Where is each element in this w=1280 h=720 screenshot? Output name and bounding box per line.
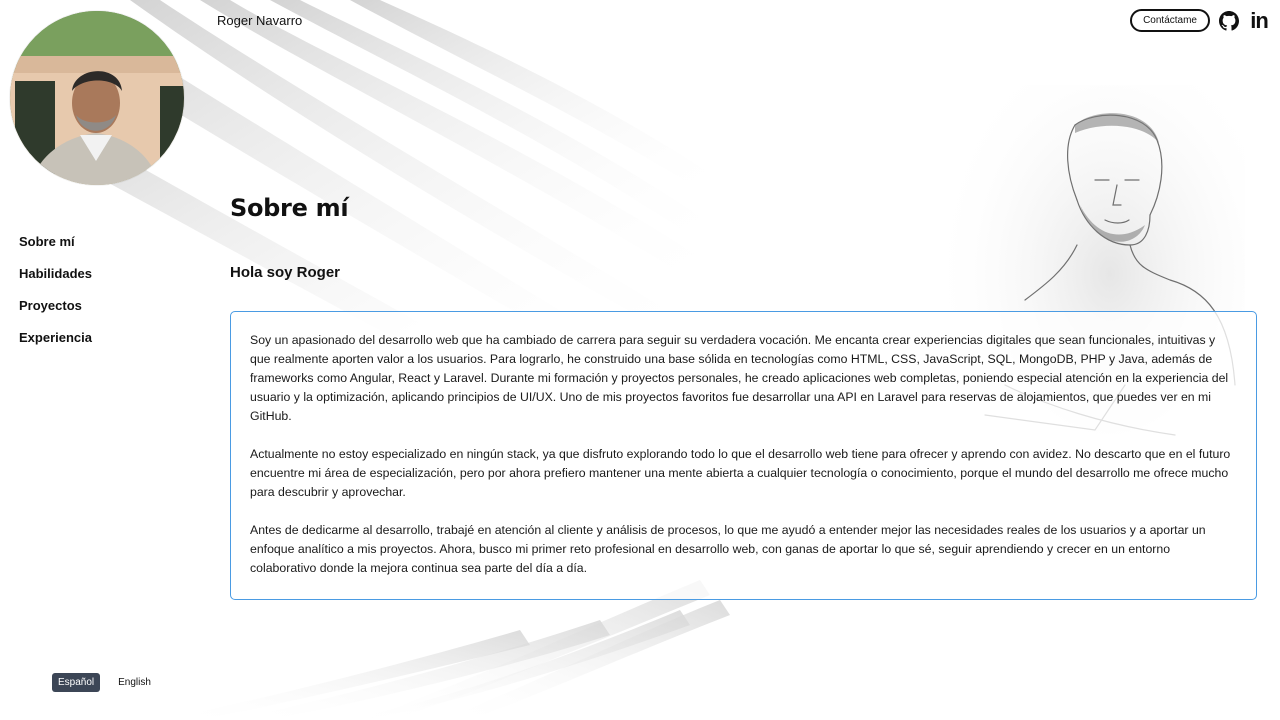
page-title: Sobre mí xyxy=(230,194,349,222)
about-paragraph-3: Antes de dedicarme al desarrollo, trabaj… xyxy=(250,523,1206,575)
language-option-en[interactable]: English xyxy=(112,673,157,692)
language-switcher: Español English xyxy=(52,673,157,692)
profile-photo xyxy=(10,11,184,185)
about-paragraph-1: Soy un apasionado del desarrollo web que… xyxy=(250,333,1229,423)
sidebar-item-experiencia[interactable]: Experiencia xyxy=(19,329,92,361)
about-card: Soy un apasionado del desarrollo web que… xyxy=(230,311,1257,600)
sidebar-nav: Sobre mí Habilidades Proyectos Experienc… xyxy=(19,233,92,361)
header-actions: Contáctame in xyxy=(1130,9,1270,32)
greeting-heading: Hola soy Roger xyxy=(230,264,341,281)
github-icon[interactable] xyxy=(1218,10,1240,32)
contact-button[interactable]: Contáctame xyxy=(1130,9,1210,32)
profile-avatar xyxy=(10,11,184,185)
linkedin-label: in xyxy=(1250,7,1269,33)
sidebar-item-proyectos[interactable]: Proyectos xyxy=(19,297,92,329)
site-name[interactable]: Roger Navarro xyxy=(217,13,302,28)
sidebar-item-habilidades[interactable]: Habilidades xyxy=(19,265,92,297)
sidebar-item-sobre-mi[interactable]: Sobre mí xyxy=(19,233,92,265)
about-paragraph-2: Actualmente no estoy especializado en ni… xyxy=(250,447,1231,499)
language-option-es[interactable]: Español xyxy=(52,673,101,692)
linkedin-icon[interactable]: in xyxy=(1248,7,1270,33)
